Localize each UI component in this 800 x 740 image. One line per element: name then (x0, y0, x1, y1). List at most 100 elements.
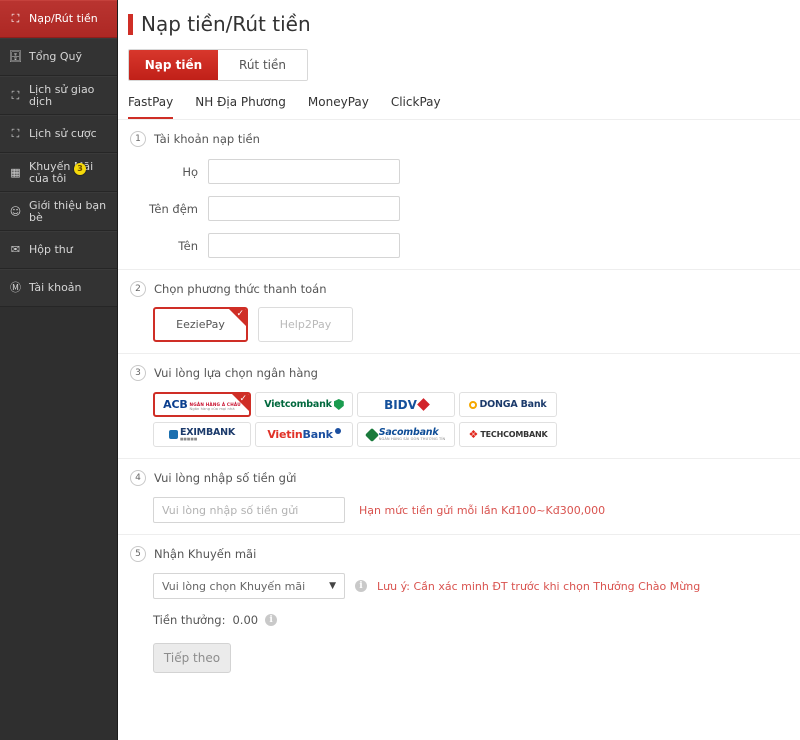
sacombank-logo: Sacombank NGÂN HÀNG SÀI GÒN THƯƠNG TÍN (364, 427, 446, 442)
acb-logo: ACB NGÂN HÀNG Á CHÂU Ngân hàng của mọi n… (163, 398, 241, 411)
dongabank-logo: DONGA Bank (469, 399, 547, 410)
middlename-input[interactable] (208, 196, 400, 221)
payment-option-label: Help2Pay (279, 318, 332, 331)
deposit-limit-note: Hạn mức tiền gửi mỗi lần Kđ100~Kđ300,000 (359, 503, 606, 517)
lastname-input[interactable] (208, 159, 400, 184)
step-title: Nhận Khuyến mãi (154, 547, 257, 561)
check-icon: ✓ (239, 394, 247, 404)
sidebar-item-total-fund[interactable]: 🗄 Tổng Quỹ (0, 38, 117, 76)
sidebar-item-label: Nạp/Rút tiền (29, 12, 98, 25)
step-title: Chọn phương thức thanh toán (154, 282, 327, 296)
bank-grid: ACB NGÂN HÀNG Á CHÂU Ngân hàng của mọi n… (153, 392, 613, 447)
promotion-note: Lưu ý: Cần xác minh ĐT trước khi chọn Th… (377, 579, 701, 593)
tab-local-bank[interactable]: NH Địa Phương (195, 95, 286, 119)
step5-header: 5 Nhận Khuyến mãi (130, 546, 800, 562)
step-number: 4 (130, 470, 146, 486)
sidebar-item-account[interactable]: Ⓜ Tài khoản (0, 269, 117, 307)
bank-option-dongabank[interactable]: DONGA Bank (459, 392, 557, 417)
check-icon: ✓ (236, 309, 244, 319)
bet-history-icon: ⛶ (11, 127, 20, 140)
firstname-input[interactable] (208, 233, 400, 258)
bank-option-acb[interactable]: ACB NGÂN HÀNG Á CHÂU Ngân hàng của mọi n… (153, 392, 251, 417)
sidebar-item-label: Tổng Quỹ (29, 50, 83, 63)
bank-option-vietinbank[interactable]: VietinBank (255, 422, 353, 447)
vietcombank-logo: Vietcombank (264, 399, 344, 410)
techcombank-mark-icon: ❖ (468, 428, 479, 441)
promotion-icon: ▦ (10, 165, 21, 179)
section-promotion: 5 Nhận Khuyến mãi Vui lòng chọn Khuyến m… (118, 534, 800, 684)
sidebar-item-my-promotions[interactable]: ▦ Khuyến Mãi của tôi 3 (0, 153, 117, 192)
promotion-select-value: Vui lòng chọn Khuyến mãi (162, 579, 306, 593)
sidebar-item-deposit-withdraw[interactable]: ⛶ Nạp/Rút tiền (0, 0, 117, 38)
history-icon: ⛶ (11, 88, 20, 102)
field-row-firstname: Tên (118, 233, 800, 258)
step4-header: 4 Vui lòng nhập số tiền gửi (130, 470, 800, 486)
section-account-info: 1 Tài khoản nạp tiền Họ Tên đệm Tên (118, 119, 800, 269)
step-title: Tài khoản nạp tiền (154, 132, 260, 146)
bidv-label: BIDV (384, 397, 417, 412)
lastname-label: Họ (182, 164, 198, 179)
mail-icon: ✉ (10, 243, 21, 256)
techcombank-logo: ❖ TECHCOMBANK (469, 428, 548, 441)
step-number: 5 (130, 546, 146, 562)
sidebar-item-label: Tài khoản (29, 281, 82, 294)
page-title: Nạp tiền/Rút tiền (141, 12, 311, 36)
eximbank-mark-icon (168, 430, 178, 439)
sidebar-item-transaction-history[interactable]: ⛶ Lịch sử giao dịch (0, 76, 117, 115)
bonus-value: 0.00 (232, 613, 259, 627)
sidebar-item-refer-friend[interactable]: ☺ Giới thiệu bạn bè (0, 192, 117, 231)
app-root: ⛶ Nạp/Rút tiền 🗄 Tổng Quỹ ⛶ Lịch sử giao… (0, 0, 800, 740)
tab-fastpay[interactable]: FastPay (128, 95, 174, 119)
dongabank-circle-icon (469, 400, 478, 409)
tab-withdraw[interactable]: Rút tiền (218, 50, 307, 80)
title-accent-bar (128, 13, 133, 35)
amount-row: Hạn mức tiền gửi mỗi lần Kđ100~Kđ300,000 (153, 497, 800, 523)
bonus-label: Tiền thưởng: (153, 613, 226, 627)
bank-option-techcombank[interactable]: ❖ TECHCOMBANK (459, 422, 557, 447)
page-title-row: Nạp tiền/Rút tiền (118, 0, 800, 36)
section-bank-select: 3 Vui lòng lựa chọn ngân hàng ACB NGÂN H… (118, 353, 800, 458)
tab-moneypay[interactable]: MoneyPay (308, 95, 369, 119)
bank-option-eximbank[interactable]: EXIMBANK ■■■■■ (153, 422, 251, 447)
referral-icon: ☺ (9, 204, 22, 218)
payment-option-label: EeziePay (176, 318, 225, 331)
vietinbank-dot-icon (334, 428, 341, 434)
tab-deposit[interactable]: Nạp tiền (129, 50, 218, 80)
vietcombank-label: Vietcombank (264, 399, 332, 410)
sidebar-item-label: Khuyến Mãi của tôi (29, 159, 93, 185)
vietcombank-shield-icon (333, 399, 344, 410)
sidebar-item-label: Hộp thư (29, 243, 73, 256)
payment-option-eeziepay[interactable]: EeziePay ✓ (153, 307, 248, 342)
sacombank-mark-icon (364, 427, 379, 442)
info-icon[interactable]: i (355, 580, 367, 592)
deposit-withdraw-tabs: Nạp tiền Rút tiền (128, 49, 308, 81)
middlename-label: Tên đệm (148, 201, 198, 216)
step1-header: 1 Tài khoản nạp tiền (130, 131, 800, 147)
next-button[interactable]: Tiếp theo (153, 643, 231, 673)
status-badge: 3 (74, 163, 86, 175)
eximbank-logo: EXIMBANK ■■■■■ (168, 427, 235, 442)
sidebar-item-inbox[interactable]: ✉ Hộp thư (0, 231, 117, 269)
sidebar: ⛶ Nạp/Rút tiền 🗄 Tổng Quỹ ⛶ Lịch sử giao… (0, 0, 118, 740)
tab-clickpay[interactable]: ClickPay (391, 95, 441, 119)
payment-option-help2pay[interactable]: Help2Pay (258, 307, 353, 342)
bonus-info-icon[interactable]: i (265, 614, 278, 626)
section-amount: 4 Vui lòng nhập số tiền gửi Hạn mức tiền… (118, 458, 800, 534)
sidebar-item-bet-history[interactable]: ⛶ Lịch sử cược (0, 115, 117, 153)
promotion-select[interactable]: Vui lòng chọn Khuyến mãi ▼ (153, 573, 345, 599)
sacombank-sub: NGÂN HÀNG SÀI GÒN THƯƠNG TÍN (378, 437, 446, 441)
payment-channel-tabs: FastPay NH Địa Phương MoneyPay ClickPay (128, 95, 800, 119)
section-payment-method: 2 Chọn phương thức thanh toán EeziePay ✓… (118, 269, 800, 353)
bank-option-sacombank[interactable]: Sacombank NGÂN HÀNG SÀI GÒN THƯƠNG TÍN (357, 422, 455, 447)
fund-icon: 🗄 (8, 50, 23, 63)
wallet-icon: ⛶ (11, 12, 20, 25)
main-content: Nạp tiền/Rút tiền Nạp tiền Rút tiền Fast… (118, 0, 800, 740)
step3-header: 3 Vui lòng lựa chọn ngân hàng (130, 365, 800, 381)
amount-input[interactable] (153, 497, 345, 523)
bank-option-bidv[interactable]: BIDV (357, 392, 455, 417)
step2-header: 2 Chọn phương thức thanh toán (130, 281, 800, 297)
bank-option-vietcombank[interactable]: Vietcombank (255, 392, 353, 417)
promotion-row: Vui lòng chọn Khuyến mãi ▼ i Lưu ý: Cần … (153, 573, 800, 599)
field-row-middlename: Tên đệm (118, 196, 800, 221)
step-title: Vui lòng nhập số tiền gửi (154, 471, 297, 485)
